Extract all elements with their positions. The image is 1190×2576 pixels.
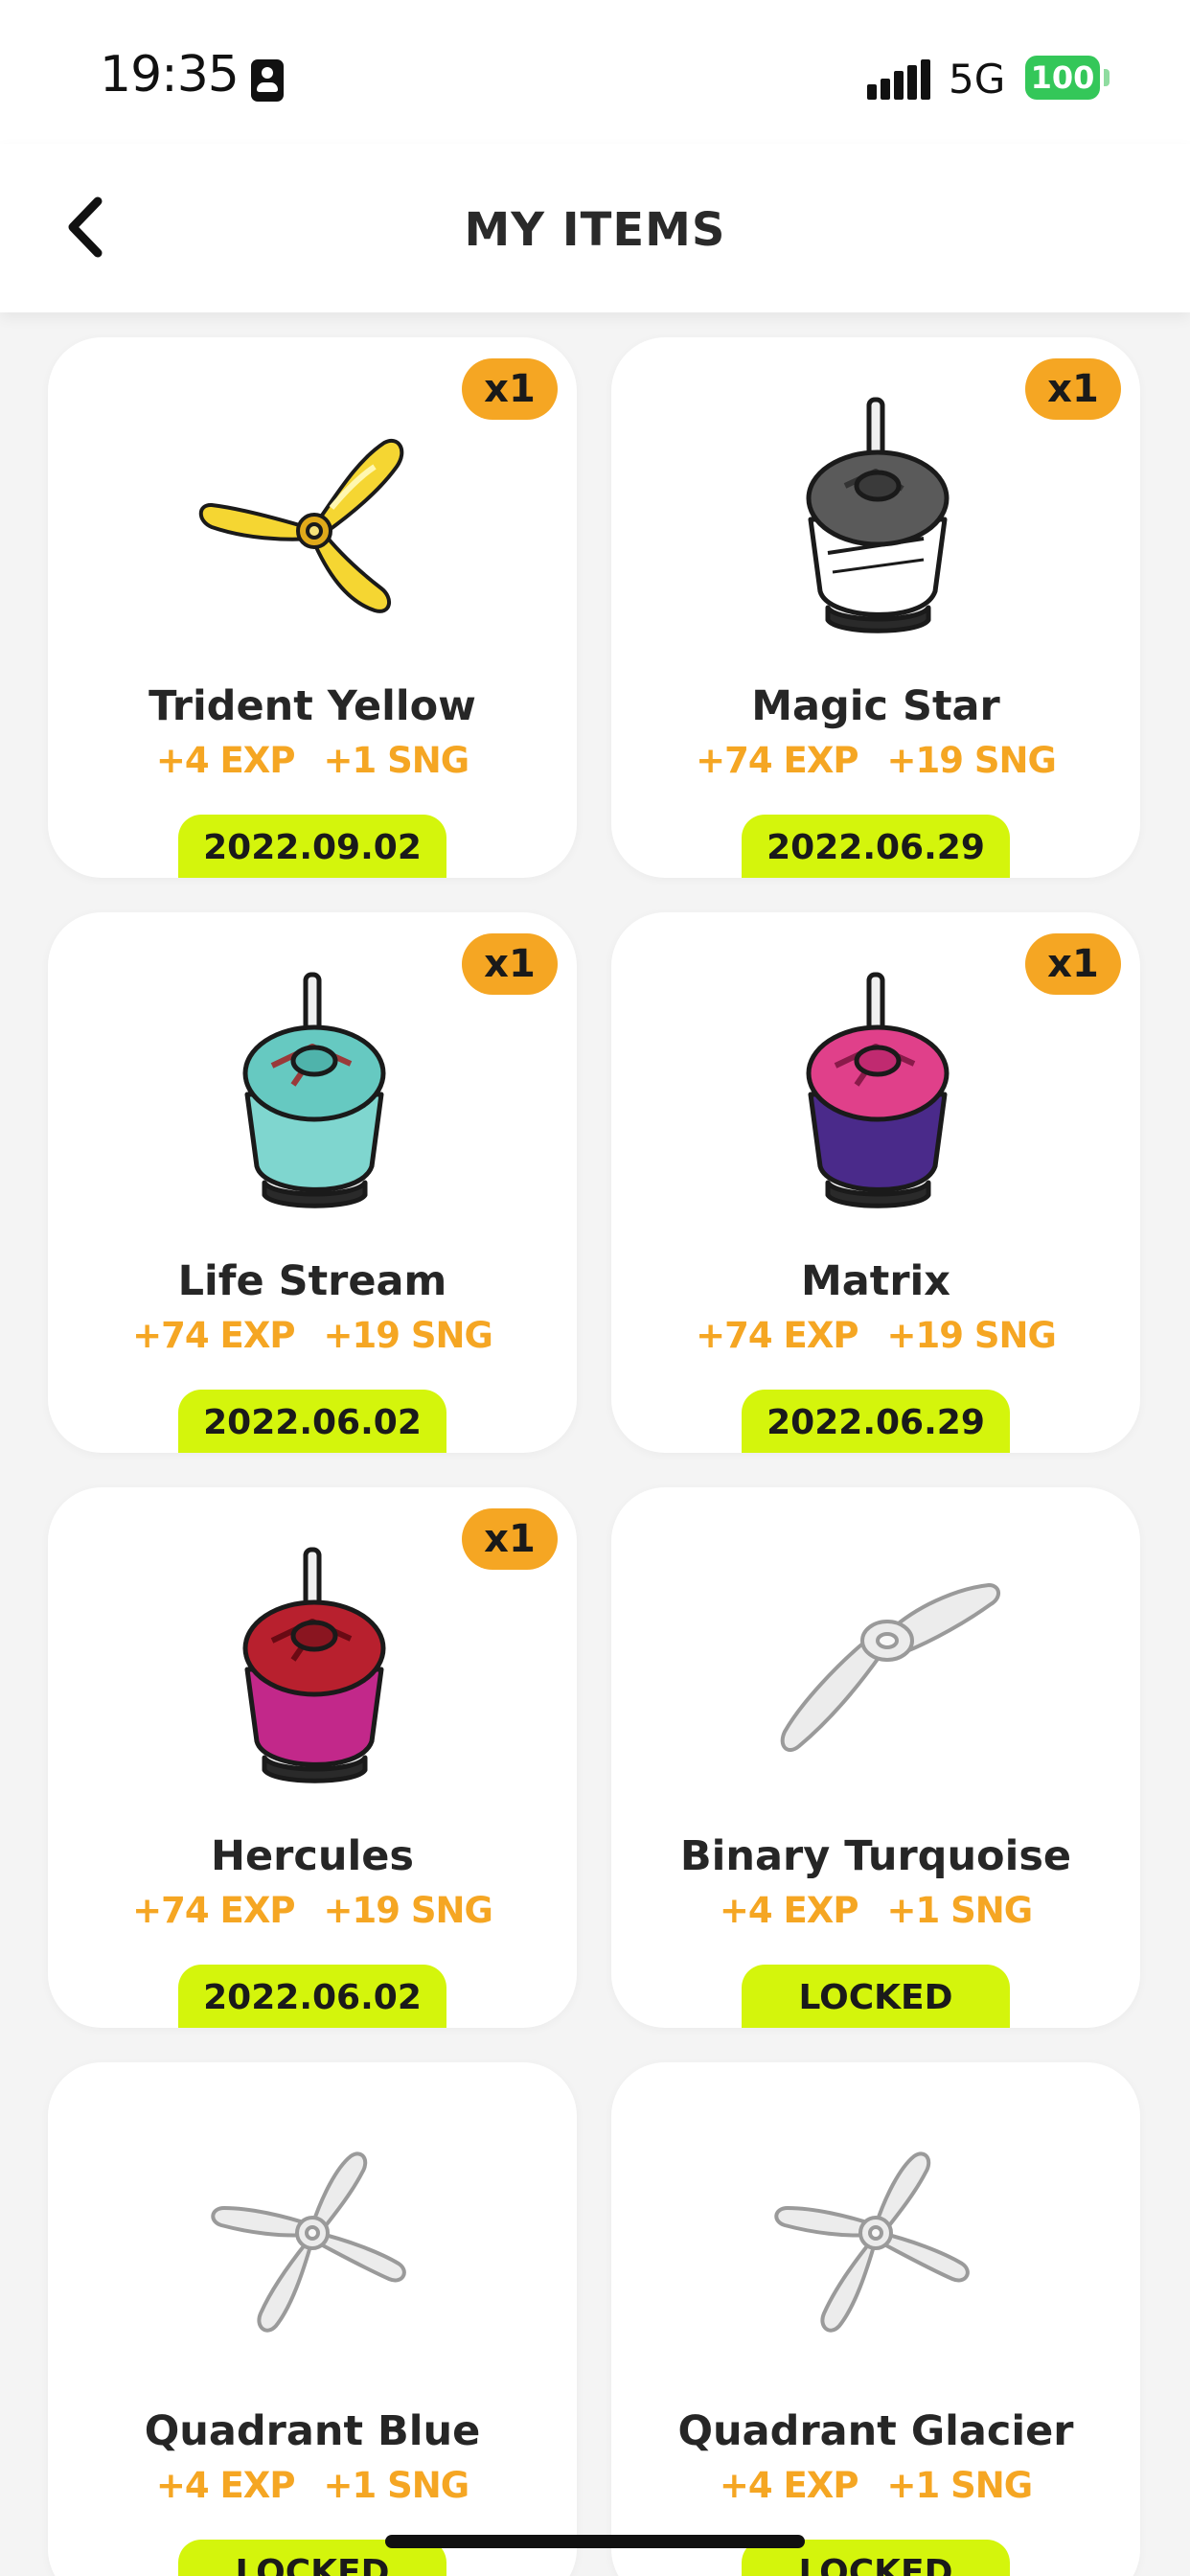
- exp-reward: +4 EXP: [719, 1890, 859, 1931]
- item-rewards: +4 EXP +1 SNG: [48, 740, 577, 781]
- item-name: Binary Turquoise: [679, 1832, 1072, 1880]
- status-time: 19:35: [100, 46, 240, 104]
- motor-icon: [806, 972, 950, 1208]
- sng-reward: +1 SNG: [886, 2465, 1033, 2506]
- acquired-date-tag: 2022.06.29: [742, 1390, 1010, 1453]
- item-card-life-stream[interactable]: x1 Life Stream +74 EXP +19 SNG 2022.06.02: [48, 912, 577, 1453]
- quad-propeller-icon: [774, 2151, 970, 2333]
- status-bar: 19:35 5G 100: [0, 0, 1190, 144]
- battery-tip: [1104, 69, 1110, 86]
- motor-icon: [806, 397, 950, 633]
- network-type: 5G: [949, 56, 1006, 103]
- item-card-quadrant-glacier[interactable]: Quadrant Glacier +4 EXP +1 SNG LOCKED: [611, 2062, 1140, 2576]
- quantity-badge: x1: [1025, 358, 1121, 420]
- acquired-date-tag: 2022.09.02: [178, 815, 446, 878]
- item-card-matrix[interactable]: x1 Matrix +74 EXP +19 SNG 2022.06.29: [611, 912, 1140, 1453]
- sng-reward: +1 SNG: [886, 1890, 1033, 1931]
- item-card-binary-turquoise[interactable]: Binary Turquoise +4 EXP +1 SNG LOCKED: [611, 1487, 1140, 2028]
- navigation-header: MY ITEMS: [0, 144, 1190, 312]
- sng-reward: +1 SNG: [323, 740, 469, 781]
- quantity-badge: x1: [1025, 933, 1121, 995]
- item-name: Quadrant Glacier: [677, 2407, 1074, 2455]
- item-name: Quadrant Blue: [144, 2407, 481, 2455]
- item-rewards: +4 EXP +1 SNG: [611, 1890, 1140, 1931]
- item-card-hercules[interactable]: x1 Hercules +74 EXP +19 SNG 2022.06.02: [48, 1487, 577, 2028]
- exp-reward: +74 EXP: [696, 740, 858, 781]
- items-grid: x1 Trident Yellow +4 EXP +1 SNG 2022.09.0…: [0, 312, 1190, 2576]
- exp-reward: +4 EXP: [155, 2465, 296, 2506]
- page-title: MY ITEMS: [464, 203, 726, 257]
- locked-tag: LOCKED: [742, 1965, 1010, 2028]
- motor-icon: [242, 972, 386, 1208]
- item-rewards: +74 EXP +19 SNG: [611, 1315, 1140, 1356]
- item-card-trident-yellow[interactable]: x1 Trident Yellow +4 EXP +1 SNG 2022.09.0…: [48, 337, 577, 878]
- item-card-magic-star[interactable]: x1 Magic Star +74 EXP +19 SNG 2022.06.29: [611, 337, 1140, 878]
- sng-reward: +19 SNG: [323, 1890, 492, 1931]
- item-rewards: +74 EXP +19 SNG: [611, 740, 1140, 781]
- trident-propeller-icon: [198, 439, 404, 613]
- item-name: Matrix: [800, 1257, 951, 1305]
- acquired-date-tag: 2022.06.02: [178, 1965, 446, 2028]
- exp-reward: +74 EXP: [696, 1315, 858, 1356]
- item-rewards: +74 EXP +19 SNG: [48, 1315, 577, 1356]
- item-rewards: +4 EXP +1 SNG: [611, 2465, 1140, 2506]
- exp-reward: +74 EXP: [132, 1315, 295, 1356]
- exp-reward: +4 EXP: [719, 2465, 859, 2506]
- battery-indicator: 100: [1025, 56, 1100, 100]
- item-name: Life Stream: [177, 1257, 447, 1305]
- sng-reward: +1 SNG: [323, 2465, 469, 2506]
- sng-reward: +19 SNG: [886, 1315, 1056, 1356]
- home-indicator[interactable]: [385, 2535, 805, 2548]
- exp-reward: +4 EXP: [155, 740, 296, 781]
- quantity-badge: x1: [462, 358, 558, 420]
- binary-propeller-icon: [780, 1583, 1000, 1752]
- item-name: Trident Yellow: [149, 682, 476, 730]
- item-rewards: +74 EXP +19 SNG: [48, 1890, 577, 1931]
- acquired-date-tag: 2022.06.29: [742, 815, 1010, 878]
- exp-reward: +74 EXP: [132, 1890, 295, 1931]
- item-rewards: +4 EXP +1 SNG: [48, 2465, 577, 2506]
- sng-reward: +19 SNG: [323, 1315, 492, 1356]
- acquired-date-tag: 2022.06.02: [178, 1390, 446, 1453]
- item-name: Hercules: [211, 1832, 414, 1880]
- sng-reward: +19 SNG: [886, 740, 1056, 781]
- contact-card-icon: [251, 59, 284, 102]
- motor-icon: [242, 1547, 386, 1783]
- item-name: Magic Star: [751, 682, 1000, 730]
- item-card-quadrant-blue[interactable]: Quadrant Blue +4 EXP +1 SNG LOCKED: [48, 2062, 577, 2576]
- quantity-badge: x1: [462, 1508, 558, 1570]
- quad-propeller-icon: [211, 2151, 406, 2333]
- quantity-badge: x1: [462, 933, 558, 995]
- signal-strength-icon: [867, 59, 930, 100]
